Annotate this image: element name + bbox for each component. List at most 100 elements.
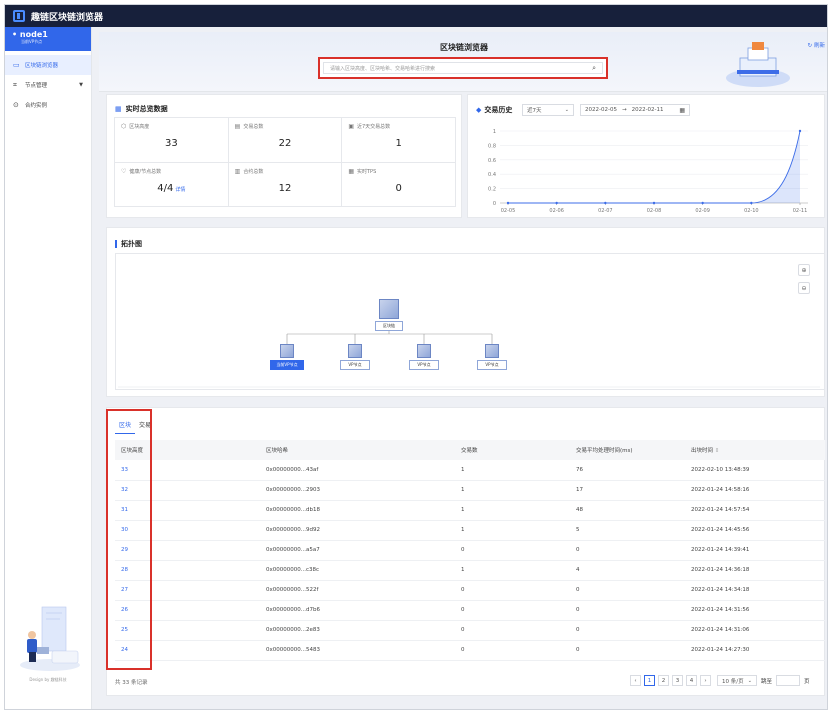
page-button[interactable]: 3 <box>672 675 683 686</box>
data-point <box>652 201 656 205</box>
overview-card: ▦ 实时总览数据 ⬡ 区块高度 33 ▤ 交易总数 22 ▣ 近7天交易总数 1 ♡ 健… <box>106 94 462 218</box>
series-area <box>508 131 800 203</box>
x-tick-label: 02-07 <box>598 208 613 214</box>
explorer-banner: 区块链浏览器 请输入区块高度、区块哈希、交易哈希进行搜索 ⌕ ↻ 刷新 <box>99 32 827 92</box>
topology-node-current[interactable]: 当前VP节点 <box>270 344 304 370</box>
sidebar-item-explorer[interactable]: ▭ 区块链浏览器 <box>5 55 91 75</box>
refresh-icon: ↻ <box>807 43 813 49</box>
table-row[interactable]: 25 0x00000000...2e83 0 0 2022-01-24 14:31:06 <box>115 620 825 641</box>
stat-label: 合约总数 <box>243 168 264 175</box>
topology-canvas[interactable]: 区块链 当前VP节点 VP节点 VP节点 VP节点 ⊕ ⊖ <box>115 253 825 390</box>
stat-label: 近7天交易总数 <box>357 124 391 130</box>
topology-root-node[interactable]: 区块链 <box>375 299 403 331</box>
overview-title-text: 实时总览数据 <box>125 105 168 113</box>
tx-history-title: ◆ 交易历史 <box>476 105 512 115</box>
sidebar-item-contracts[interactable]: ⊙ 合约实例 <box>5 95 91 115</box>
table-row[interactable]: 27 0x00000000...522f 0 0 2022-01-24 14:34:18 <box>115 580 825 601</box>
refresh-button[interactable]: ↻ 刷新 <box>808 41 825 49</box>
series-line <box>507 130 801 204</box>
sort-icon: ⇕ <box>714 448 720 454</box>
top-bar: 趣链区块链浏览器 <box>5 5 827 27</box>
topology-node-vp[interactable]: VP节点 <box>340 344 370 370</box>
avg-time-cell: 0 <box>570 600 685 621</box>
tx-history-chart: 0 0.2 0.4 0.6 0.8 1 02-05 02-06 02-07 02-08 02-09 0… <box>488 129 808 214</box>
next-page-button[interactable]: › <box>700 675 711 686</box>
block-icon: ⬡ <box>121 123 127 130</box>
date-range-picker[interactable]: 2022-02-05 → 2022-02-11 ▦ <box>580 104 690 116</box>
zoom-in-button[interactable]: ⊕ <box>798 264 810 276</box>
stat-value: 22 <box>278 138 292 149</box>
y-tick-label: 0 <box>493 201 496 207</box>
table-row[interactable]: 30 0x00000000...9d92 1 5 2022-01-24 14:45:56 <box>115 520 825 541</box>
page-button[interactable]: 4 <box>686 675 697 686</box>
stat-value: 12 <box>278 182 292 194</box>
block-time-cell: 2022-01-24 14:39:41 <box>685 540 825 561</box>
calendar-icon: ▦ <box>679 106 685 114</box>
table-row[interactable]: 31 0x00000000...db18 1 48 2022-01-24 14:57:5… <box>115 500 825 521</box>
avg-time-cell: 17 <box>570 480 685 501</box>
topology-node-vp[interactable]: VP节点 <box>477 344 507 370</box>
chevron-down-icon: ⌄ <box>747 677 752 684</box>
nodes-icon: ⌗ <box>13 80 17 89</box>
page-button[interactable]: 1 <box>644 675 655 686</box>
table-row[interactable]: 24 0x00000000...5483 0 0 2022-01-24 14:27:30 <box>115 640 825 661</box>
person-at-laptop-illustration <box>20 606 80 671</box>
node-detail-link[interactable]: 详情 <box>175 187 185 193</box>
vp-node-icon <box>348 344 362 358</box>
range-select-value: 近7天 <box>527 108 542 114</box>
tx-count-cell: 0 <box>455 620 570 641</box>
illustration-caption: Design by 趣链科技 <box>29 677 67 682</box>
blocks-card: 区块 交易 区块高度 区块哈希 交易数 交易平均处理时间(ms) 出块时间 ⇕ … <box>106 407 825 696</box>
sidebar-item-label: 区块链浏览器 <box>25 63 59 69</box>
topology-node-vp[interactable]: VP节点 <box>409 344 439 370</box>
avg-time-cell: 48 <box>570 500 685 521</box>
col-header-block-time[interactable]: 出块时间 ⇕ <box>685 440 825 460</box>
x-tick-label: 02-05 <box>501 208 516 214</box>
table-row[interactable]: 28 0x00000000...c38c 1 4 2022-01-24 14:36:18 <box>115 560 825 581</box>
table-row[interactable]: 26 0x00000000...d7b6 0 0 2022-01-24 14:31:56 <box>115 600 825 621</box>
block-time-cell: 2022-01-24 14:58:16 <box>685 480 825 501</box>
sidebar-item-node-management[interactable]: ⌗ 节点管理 ▼ <box>5 75 91 95</box>
hyperchain-logo-icon <box>13 10 25 22</box>
stat-value: 0 <box>395 182 402 194</box>
block-hash-cell: 0x00000000...db18 <box>260 500 455 521</box>
data-point <box>798 129 802 133</box>
page-button[interactable]: 2 <box>658 675 669 686</box>
contract-icon: ⊙ <box>13 101 19 109</box>
pagination: ‹ 1 2 3 4 › 10 条/页 ⌄ 跳至 页 <box>630 675 810 686</box>
zoom-out-button[interactable]: ⊖ <box>798 282 810 294</box>
goto-page-input[interactable] <box>776 675 801 686</box>
search-input[interactable]: 请输入区块高度、区块哈希、交易哈希进行搜索 ⌕ <box>323 62 603 74</box>
node-label: VP节点 <box>340 360 370 370</box>
y-tick-label: 0.4 <box>488 172 496 178</box>
tx-count-cell: 0 <box>455 640 570 661</box>
zoom-out-icon: ⊖ <box>801 284 807 292</box>
vp-node-icon <box>417 344 431 358</box>
search-icon[interactable]: ⌕ <box>592 64 596 73</box>
table-row[interactable]: 29 0x00000000...a5a7 0 0 2022-01-24 14:39:41 <box>115 540 825 561</box>
stat-block-height: ⬡ 区块高度 33 <box>115 118 229 163</box>
document-icon: ▤ <box>234 123 241 130</box>
prev-page-button[interactable]: ‹ <box>630 675 641 686</box>
table-row[interactable]: 33 0x00000000...43af 1 76 2022-02-10 13:48:3… <box>115 460 825 481</box>
blocks-table-body: 33 0x00000000...43af 1 76 2022-02-10 13:48:3… <box>115 460 825 661</box>
stat-tps: ▦ 实时TPS 0 <box>342 162 456 207</box>
current-node-header[interactable]: • node1 当前VP节点 <box>5 27 91 51</box>
node-label: 当前VP节点 <box>270 360 304 370</box>
app-window: 趣链区块链浏览器 • node1 当前VP节点 ▭ 区块链浏览器 ⌗ 节点管理 … <box>4 4 828 710</box>
stat-value: 33 <box>164 138 178 149</box>
data-point <box>750 201 753 205</box>
block-time-cell: 2022-02-10 13:48:39 <box>685 460 825 481</box>
title-accent-bar <box>115 240 117 248</box>
tx-count-cell: 1 <box>455 560 570 581</box>
range-select[interactable]: 近7天 ⌄ <box>522 104 574 116</box>
avg-time-cell: 0 <box>570 540 685 561</box>
cube-icon: ◆ <box>476 106 482 114</box>
page-size-value: 10 条/页 <box>722 678 744 685</box>
chevron-right-icon: › <box>704 677 707 684</box>
x-tick-label: 02-08 <box>647 208 662 214</box>
block-hash-cell: 0x00000000...43af <box>260 460 455 481</box>
chevron-down-icon: ▼ <box>79 82 83 88</box>
page-size-select[interactable]: 10 条/页 ⌄ <box>717 675 757 686</box>
table-row[interactable]: 32 0x00000000...2903 1 17 2022-01-24 14:58:1… <box>115 480 825 501</box>
